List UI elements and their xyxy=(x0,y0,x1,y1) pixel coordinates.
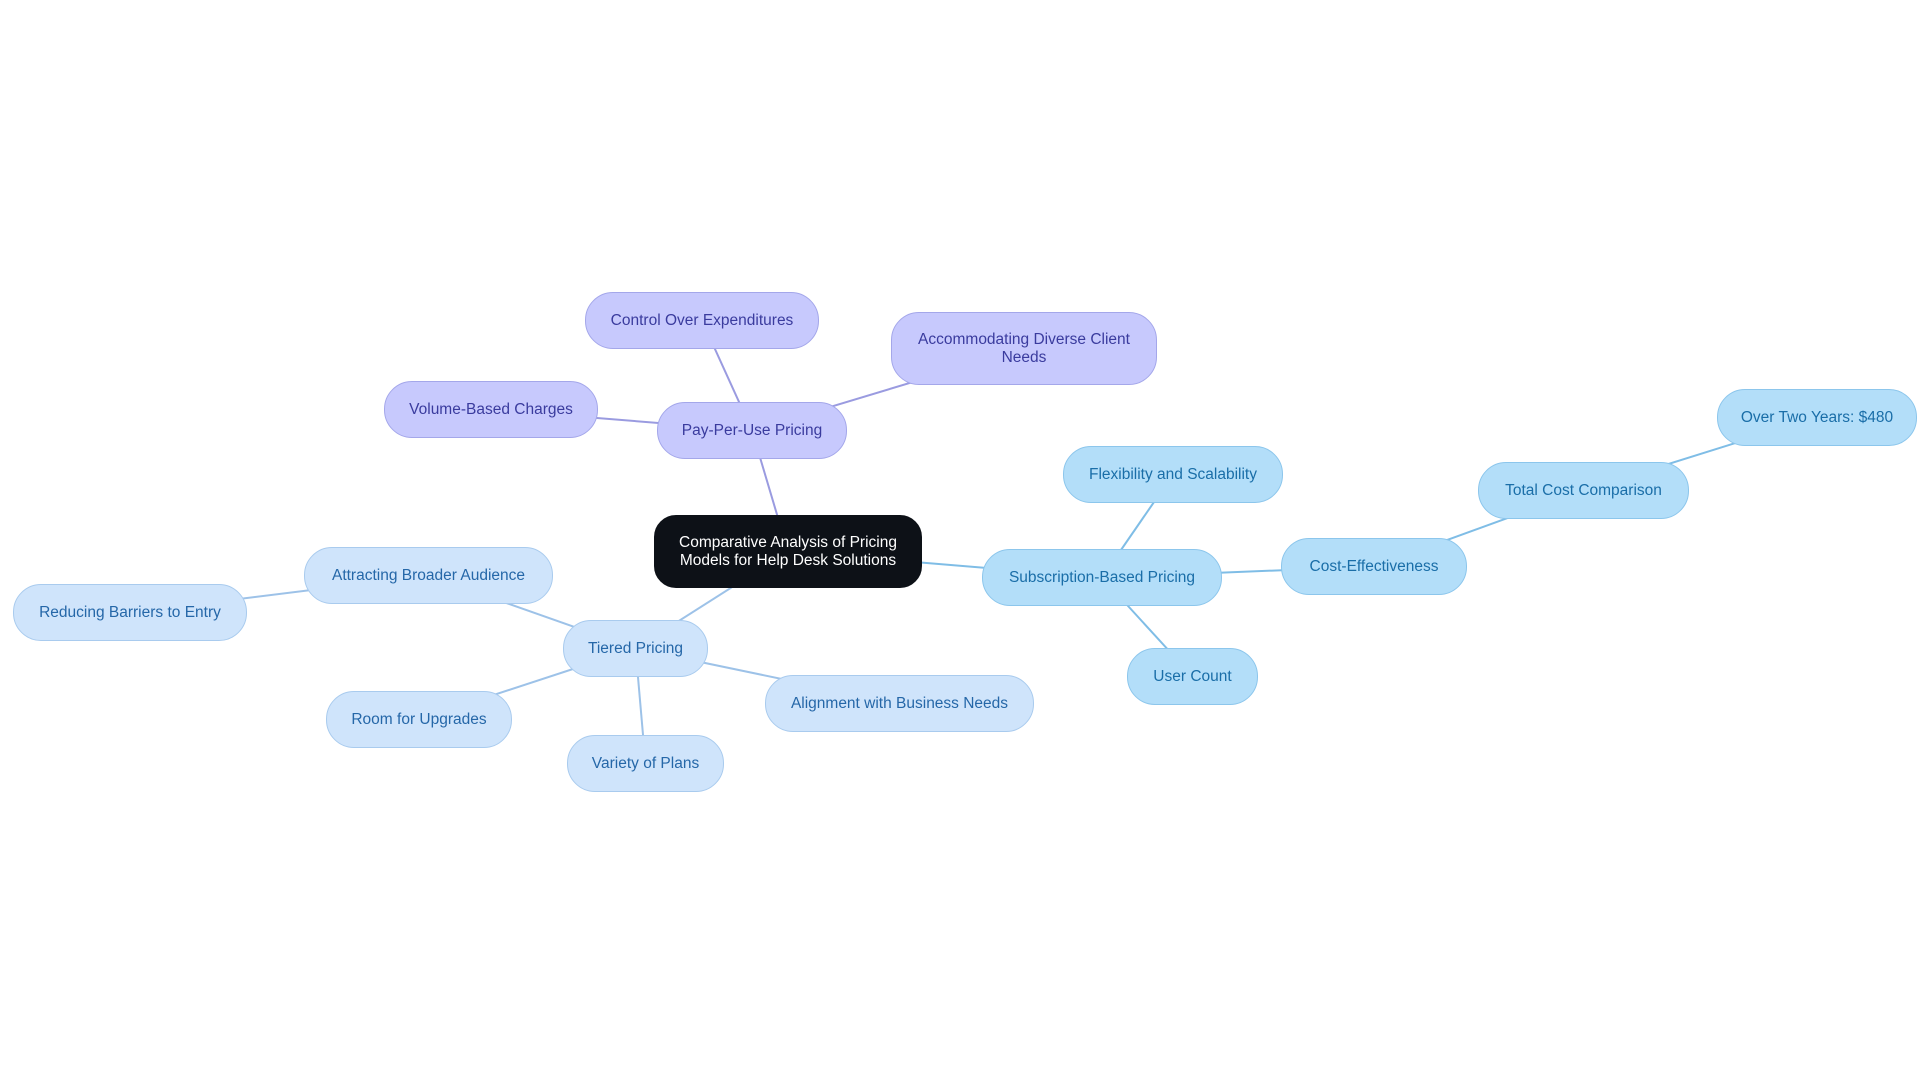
edges-layer xyxy=(129,320,1818,764)
node-label: Volume-Based Charges xyxy=(409,400,573,418)
node-variety-of-plans[interactable]: Variety of Plans xyxy=(567,735,724,792)
node-total-cost-comparison[interactable]: Total Cost Comparison xyxy=(1478,462,1689,519)
node-subscription-based-pricing[interactable]: Subscription-Based Pricing xyxy=(982,549,1222,606)
root-node-label: Comparative Analysis of Pricing Models f… xyxy=(679,533,897,569)
node-label: Control Over Expenditures xyxy=(610,311,794,329)
node-flexibility-and-scalability[interactable]: Flexibility and Scalability xyxy=(1063,446,1283,503)
node-label: Over Two Years: $480 xyxy=(1740,408,1894,426)
node-reducing-barriers-to-entry[interactable]: Reducing Barriers to Entry xyxy=(13,584,247,641)
node-label: Room for Upgrades xyxy=(351,710,487,728)
node-label: Variety of Plans xyxy=(591,754,700,772)
node-label: Attracting Broader Audience xyxy=(331,566,525,584)
node-attracting-broader-audience[interactable]: Attracting Broader Audience xyxy=(304,547,553,604)
node-accommodating-diverse-client-needs[interactable]: Accommodating Diverse Client Needs xyxy=(891,312,1157,385)
node-over-two-years[interactable]: Over Two Years: $480 xyxy=(1717,389,1917,446)
node-alignment-with-business-needs[interactable]: Alignment with Business Needs xyxy=(765,675,1034,732)
node-volume-based-charges[interactable]: Volume-Based Charges xyxy=(384,381,598,438)
node-label: Accommodating Diverse Client Needs xyxy=(918,330,1130,366)
node-control-over-expenditures[interactable]: Control Over Expenditures xyxy=(585,292,819,349)
node-label: User Count xyxy=(1153,667,1232,685)
node-label: Subscription-Based Pricing xyxy=(1008,568,1196,586)
root-node[interactable]: Comparative Analysis of Pricing Models f… xyxy=(654,515,922,588)
node-label: Cost-Effectiveness xyxy=(1309,557,1439,575)
node-room-for-upgrades[interactable]: Room for Upgrades xyxy=(326,691,512,748)
node-label: Reducing Barriers to Entry xyxy=(39,603,221,621)
node-cost-effectiveness[interactable]: Cost-Effectiveness xyxy=(1281,538,1467,595)
node-pay-per-use-pricing[interactable]: Pay-Per-Use Pricing xyxy=(657,402,847,459)
node-user-count[interactable]: User Count xyxy=(1127,648,1258,705)
node-label: Alignment with Business Needs xyxy=(790,694,1009,712)
node-label: Tiered Pricing xyxy=(587,639,684,657)
node-label: Total Cost Comparison xyxy=(1505,481,1662,499)
mindmap-canvas: Comparative Analysis of Pricing Models f… xyxy=(0,0,1920,1083)
node-label: Flexibility and Scalability xyxy=(1089,465,1257,483)
node-label: Pay-Per-Use Pricing xyxy=(681,421,823,439)
node-tiered-pricing[interactable]: Tiered Pricing xyxy=(563,620,708,677)
